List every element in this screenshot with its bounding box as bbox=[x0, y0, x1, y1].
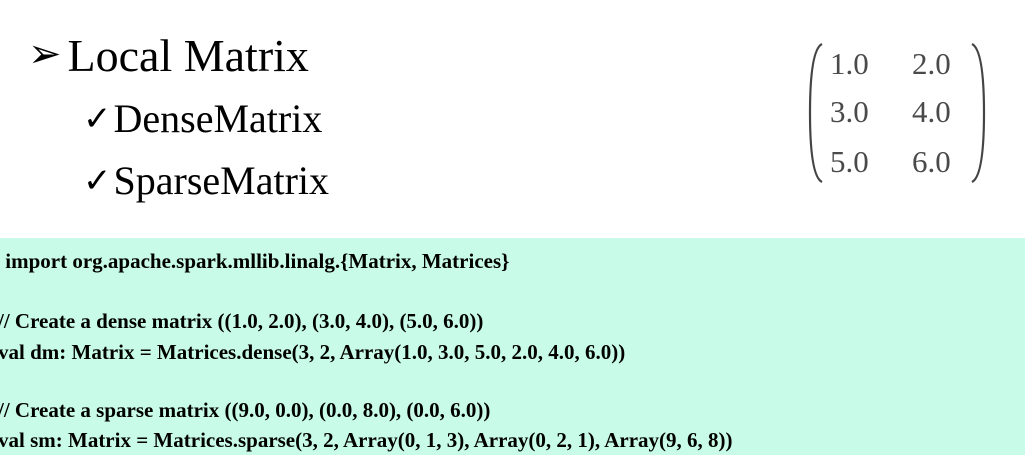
matrix-cell: 4.0 bbox=[912, 94, 951, 129]
matrix-cell: 2.0 bbox=[912, 46, 951, 81]
bullet-label: Local Matrix bbox=[67, 30, 309, 81]
code-line-import: import org.apache.spark.mllib.linalg.{Ma… bbox=[0, 249, 510, 273]
arrow-bullet-icon: ➢ bbox=[28, 31, 62, 76]
matrix-cell: 3.0 bbox=[830, 94, 869, 129]
code-block: import org.apache.spark.mllib.linalg.{Ma… bbox=[0, 238, 1025, 455]
bullet-dense-matrix: ✓ DenseMatrix bbox=[83, 96, 322, 142]
matrix-cell: 1.0 bbox=[830, 46, 869, 81]
matrix-cell: 5.0 bbox=[830, 144, 869, 179]
bullet-label: DenseMatrix bbox=[113, 96, 323, 141]
bullet-sparse-matrix: ✓ SparseMatrix bbox=[83, 158, 329, 204]
bullet-local-matrix: ➢ Local Matrix bbox=[28, 28, 309, 84]
code-line-sparse-val: val sm: Matrix = Matrices.sparse(3, 2, A… bbox=[0, 428, 733, 452]
checkmark-icon: ✓ bbox=[83, 99, 112, 139]
matrix-cell: 6.0 bbox=[912, 144, 951, 179]
code-line-sparse-comment: // Create a sparse matrix ((9.0, 0.0), (… bbox=[0, 398, 491, 422]
matrix-illustration: 1.0 2.0 3.0 4.0 5.0 6.0 bbox=[808, 40, 986, 186]
checkmark-icon: ✓ bbox=[83, 161, 112, 201]
code-line-dense-val: val dm: Matrix = Matrices.dense(3, 2, Ar… bbox=[0, 340, 626, 364]
bullet-label: SparseMatrix bbox=[113, 158, 330, 203]
slide: ➢ Local Matrix ✓ DenseMatrix ✓ SparseMat… bbox=[0, 0, 1025, 455]
code-line-dense-comment: // Create a dense matrix ((1.0, 2.0), (3… bbox=[0, 309, 484, 333]
